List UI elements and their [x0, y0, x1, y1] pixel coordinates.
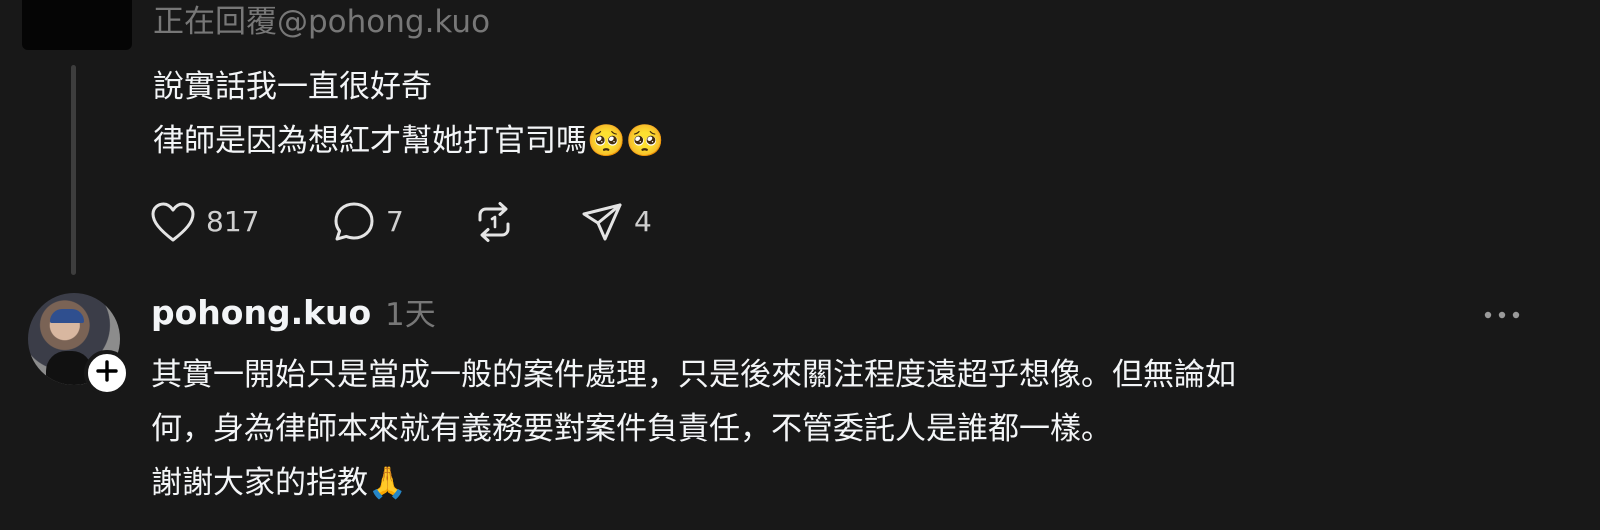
parent-post-line: 說實話我一直很好奇: [153, 69, 432, 105]
reply-post-text: 其實一開始只是當成一般的案件處理，只是後來關注程度遠超乎想像。但無論如 何，身為…: [151, 348, 1551, 510]
like-button[interactable]: 817: [150, 200, 259, 244]
reply-post-line: 其實一開始只是當成一般的案件處理，只是後來關注程度遠超乎想像。但無論如: [151, 357, 1236, 393]
reply-post-line: 謝謝大家的指教🙏: [151, 465, 407, 501]
repost-button[interactable]: [472, 200, 516, 244]
comment-button[interactable]: 7: [332, 200, 404, 244]
heart-icon: [150, 200, 196, 244]
post-action-bar: 817 7 4: [150, 200, 710, 244]
follow-button[interactable]: [84, 350, 130, 396]
share-count: 4: [634, 205, 652, 238]
post-time: 1天: [385, 297, 436, 333]
more-dots-icon: [1482, 305, 1522, 324]
username[interactable]: pohong.kuo: [151, 291, 371, 335]
comment-count: 7: [386, 205, 404, 238]
comment-bubble-icon: [332, 200, 376, 244]
replying-to-label[interactable]: 正在回覆@pohong.kuo: [153, 2, 490, 42]
like-count: 817: [206, 205, 260, 238]
more-options-button[interactable]: [1480, 296, 1524, 332]
redacted-avatar: [22, 0, 132, 50]
avatar-cap: [50, 309, 84, 323]
send-icon: [580, 200, 624, 244]
parent-post-line: 律師是因為想紅才幫她打官司嗎🥺🥺: [153, 123, 665, 159]
plus-icon: [95, 359, 119, 387]
reply-post-line: 何，身為律師本來就有義務要對案件負責任，不管委託人是誰都一樣。: [151, 411, 1112, 447]
share-button[interactable]: 4: [580, 200, 652, 244]
parent-post-text: 說實話我一直很好奇 律師是因為想紅才幫她打官司嗎🥺🥺: [153, 60, 664, 168]
thread-connector-line: [71, 65, 76, 275]
repost-icon: [472, 200, 516, 244]
